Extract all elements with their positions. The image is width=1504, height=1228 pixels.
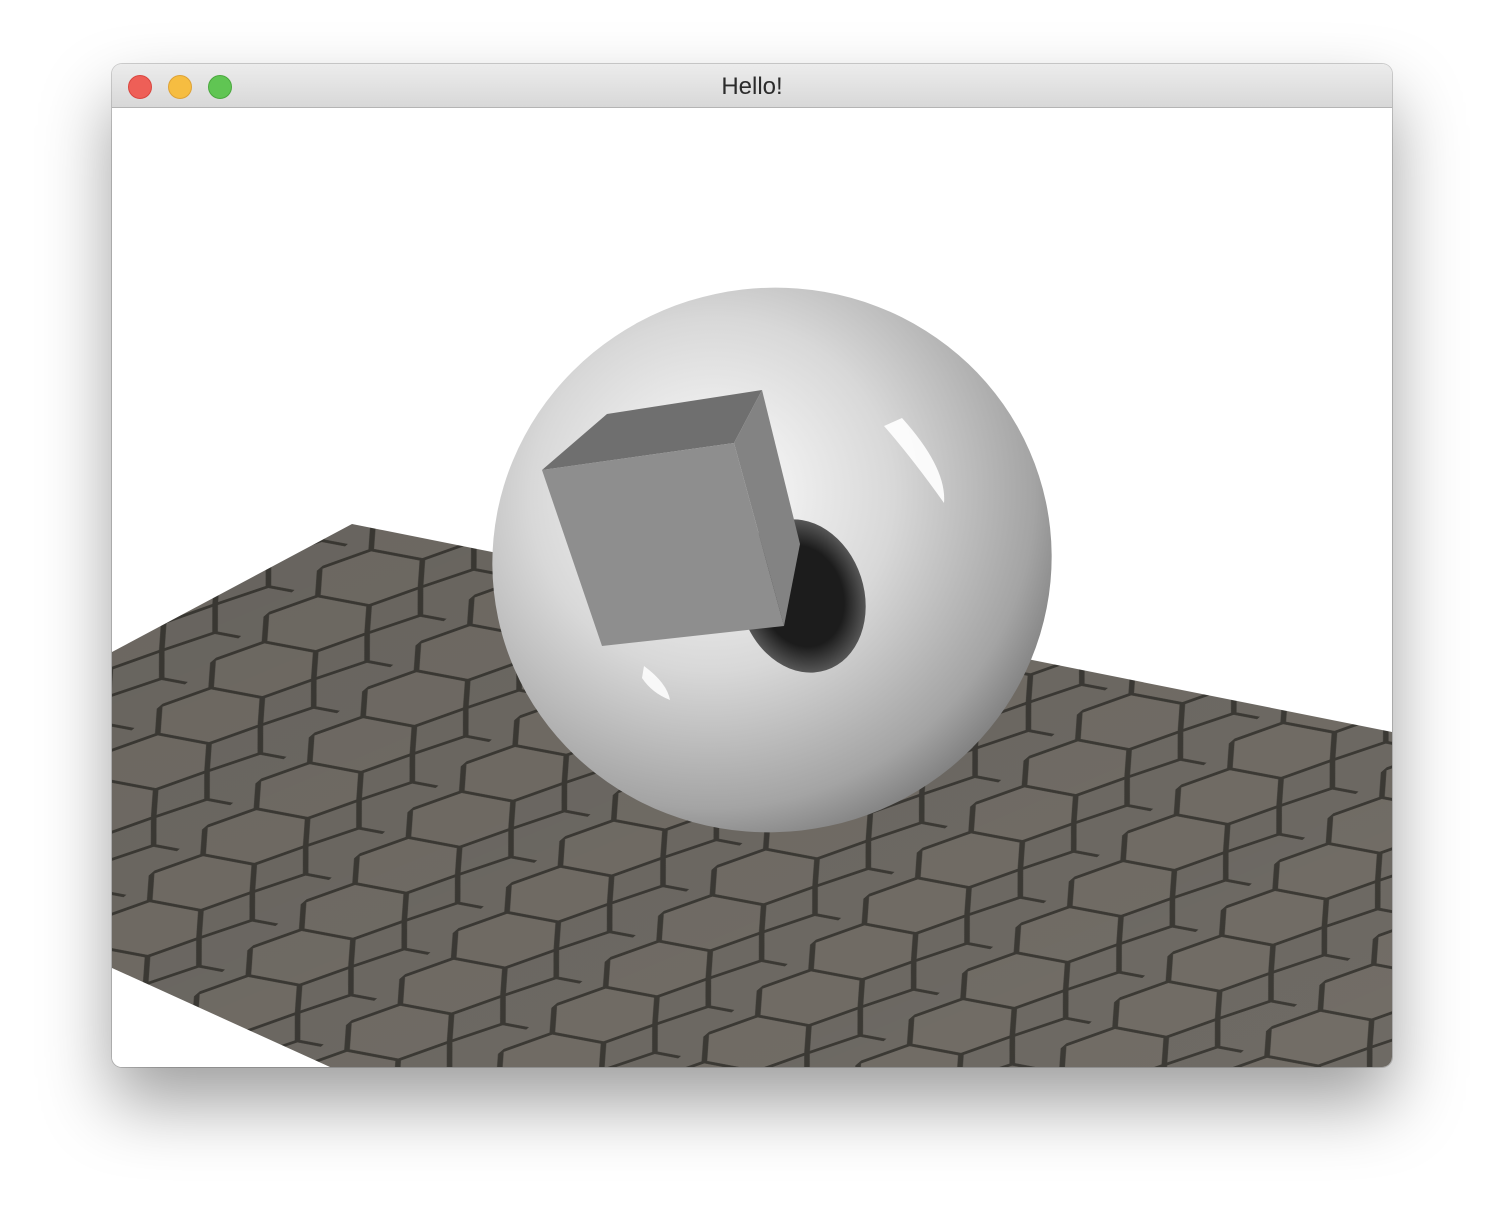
title-bar[interactable]: Hello! <box>112 64 1392 108</box>
render-viewport[interactable] <box>112 108 1392 1067</box>
window-title: Hello! <box>721 73 783 100</box>
scene-canvas <box>112 287 1392 1067</box>
app-window: Hello! <box>112 64 1392 1067</box>
